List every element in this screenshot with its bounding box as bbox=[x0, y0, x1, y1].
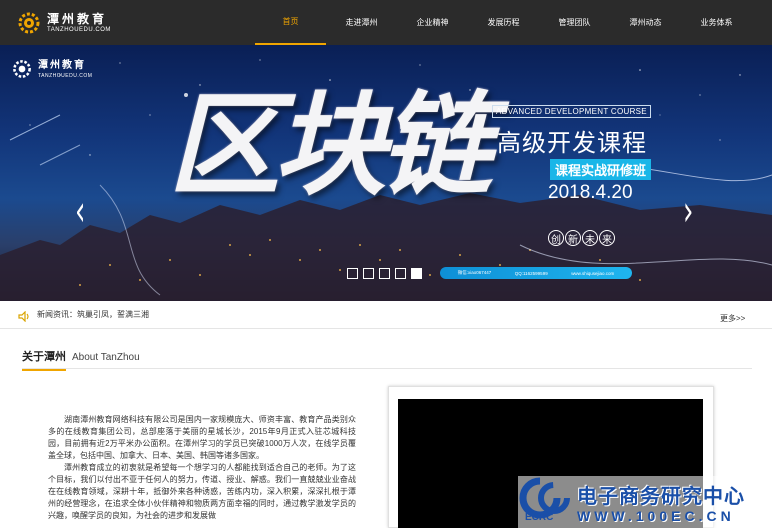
menu-item-news[interactable]: 潭州动态 bbox=[610, 0, 681, 45]
slide-dot-3[interactable] bbox=[379, 268, 390, 279]
chevron-left-icon[interactable]: ‹ bbox=[75, 188, 85, 236]
course-date: 2018.4.20 bbox=[548, 182, 633, 203]
about-description: 湖南潭州教育网络科技有限公司是国内一家规模庞大、师资丰富、教育产品类别众多的在线… bbox=[48, 414, 356, 522]
class-badge: 课程实战研修班 bbox=[550, 159, 652, 180]
banner-logo: 潭州教育 TANZHOUEDU.COM bbox=[11, 58, 92, 80]
menu-item-home[interactable]: 首页 bbox=[255, 0, 326, 45]
slide-dot-2[interactable] bbox=[363, 268, 374, 279]
slogan-char: 来 bbox=[599, 230, 615, 246]
menu-item-spirit[interactable]: 企业精神 bbox=[397, 0, 468, 45]
course-title: 高级开发课程 bbox=[497, 130, 647, 157]
contact-bar: 微信:xiao067447 QQ:1162599599 www.shiqusej… bbox=[440, 267, 632, 279]
menu-item-team[interactable]: 管理团队 bbox=[539, 0, 610, 45]
slide-dot-5[interactable] bbox=[411, 268, 422, 279]
top-nav: 潭州教育 TANZHOUEDU.COM 首页 走进潭州 企业精神 发展历程 管理… bbox=[0, 0, 772, 45]
innovation-slogan: 创 新 未 来 bbox=[548, 230, 615, 246]
slide-dot-1[interactable] bbox=[347, 268, 358, 279]
slogan-char: 未 bbox=[582, 230, 598, 246]
about-paragraph: 湖南潭州教育网络科技有限公司是国内一家规模庞大、师资丰富、教育产品类别众多的在线… bbox=[48, 415, 356, 460]
hero-banner[interactable]: 潭州教育 TANZHOUEDU.COM 区块链 ADVANCED DEVELOP… bbox=[0, 45, 772, 301]
news-headline[interactable]: 新闻资讯：筑巢引凤，誓满三湘 bbox=[37, 309, 149, 320]
slide-indicators bbox=[347, 268, 422, 279]
watermark-ecrc: ECRC bbox=[525, 512, 554, 523]
slide-dot-4[interactable] bbox=[395, 268, 406, 279]
slogan-char: 创 bbox=[548, 230, 564, 246]
banner-logo-icon bbox=[13, 60, 31, 78]
site-logo[interactable]: 潭州教育 TANZHOUEDU.COM bbox=[16, 9, 111, 37]
divider bbox=[22, 368, 752, 369]
menu-item-history[interactable]: 发展历程 bbox=[468, 0, 539, 45]
logo-subtitle: TANZHOUEDU.COM bbox=[47, 26, 111, 33]
menu-item-business[interactable]: 业务体系 bbox=[681, 0, 752, 45]
gear-logo-icon bbox=[18, 12, 40, 34]
slogan-char: 新 bbox=[565, 230, 581, 246]
contact-site: www.shiqusejiao.com bbox=[571, 270, 615, 276]
contact-qq: QQ:1162599599 bbox=[514, 270, 548, 276]
watermark-title: 电子商务研究中心 bbox=[577, 486, 745, 508]
contact-wechat: 微信:xiao067447 bbox=[457, 270, 492, 275]
main-menu: 首页 走进潭州 企业精神 发展历程 管理团队 潭州动态 业务体系 bbox=[255, 0, 752, 45]
about-paragraph: 潭州教育成立的初衷就是希望每一个想学习的人都能找到适合自己的老师。为了这个目标，… bbox=[48, 463, 356, 520]
menu-item-about[interactable]: 走进潭州 bbox=[326, 0, 397, 45]
banner-logo-subtitle: TANZHOUEDU.COM bbox=[38, 72, 93, 79]
news-ticker: 新闻资讯：筑巢引凤，誓满三湘 更多>> bbox=[0, 301, 772, 329]
banner-headline: 区块链 bbox=[168, 80, 492, 211]
about-title-en: About TanZhou bbox=[72, 352, 140, 363]
chevron-right-icon[interactable]: › bbox=[683, 188, 693, 236]
logo-title: 潭州教育 bbox=[47, 11, 108, 26]
more-link[interactable]: 更多>> bbox=[720, 313, 745, 324]
course-subtitle-en: ADVANCED DEVELOPMENT COURSE bbox=[492, 105, 651, 118]
speaker-icon bbox=[18, 311, 29, 322]
banner-logo-title: 潭州教育 bbox=[38, 59, 86, 71]
watermark-url: WWW.100EC.CN bbox=[577, 508, 735, 524]
